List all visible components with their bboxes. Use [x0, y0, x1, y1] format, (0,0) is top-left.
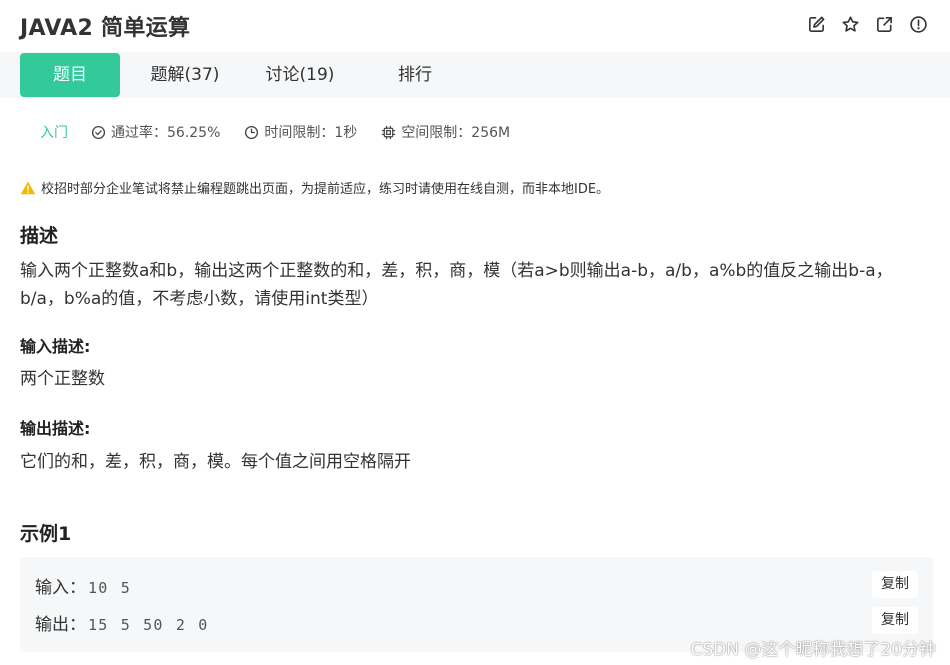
notice-text: 校招时部分企业笔试将禁止编程题跳出页面，为提前适应，练习时请使用在线自测，而非本… [41, 182, 610, 197]
time-limit-text: 时间限制：1秒 [264, 125, 358, 141]
check-circle-icon [91, 125, 106, 139]
chip-icon [382, 125, 396, 139]
example-input-row: 输入： 10 5 [35, 573, 131, 598]
header-actions [807, 15, 928, 34]
example-input-value: 10 5 [88, 579, 131, 597]
example-output-label: 输出： [35, 615, 86, 635]
problem-header: JAVA2 简单运算 [0, 0, 950, 52]
input-desc-heading: 输入描述: [20, 337, 91, 356]
copy-output-button[interactable]: 复制 [872, 607, 918, 634]
csdn-watermark: CSDN @这个昵称我想了20分钟 [690, 640, 936, 660]
example-heading: 示例1 [20, 523, 72, 545]
tab-problem[interactable]: 题目 [20, 53, 120, 97]
output-desc-text: 它们的和，差，积，商，模。每个值之间用空格隔开 [20, 452, 411, 472]
description-heading: 描述 [20, 225, 59, 247]
star-icon[interactable] [841, 15, 860, 34]
edit-icon[interactable] [807, 15, 826, 34]
memory-limit: 空间限制：256M [381, 122, 510, 142]
time-limit: 时间限制：1秒 [244, 122, 357, 142]
output-desc-heading: 输出描述: [20, 419, 91, 438]
copy-input-button[interactable]: 复制 [872, 571, 918, 598]
problem-title: JAVA2 简单运算 [20, 16, 191, 41]
example-input-label: 输入： [35, 578, 86, 598]
info-icon[interactable] [909, 15, 928, 34]
description-text: 输入两个正整数a和b，输出这两个正整数的和，差，积，商，模（若a>b则输出a-b… [20, 261, 893, 309]
example-output-row: 输出： 15 5 50 2 0 [35, 610, 209, 635]
input-desc-text: 两个正整数 [20, 369, 105, 389]
external-link-icon[interactable] [875, 15, 894, 34]
memory-limit-text: 空间限制：256M [401, 125, 511, 141]
warning-icon [20, 181, 36, 194]
example-output-value: 15 5 50 2 0 [88, 616, 209, 634]
problem-meta: 入门 通过率：56.25% 时间限制：1秒 空间限制：256M [40, 122, 534, 142]
difficulty-badge: 入门 [40, 125, 68, 141]
tab-solutions[interactable]: 题解(37) [135, 53, 235, 97]
tab-ranking[interactable]: 排行 [365, 53, 465, 97]
problem-tabs: 题目 题解(37) 讨论(19) 排行 [0, 52, 950, 98]
exam-notice: 校招时部分企业笔试将禁止编程题跳出页面，为提前适应，练习时请使用在线自测，而非本… [20, 178, 609, 197]
pass-rate-text: 通过率：56.25% [111, 125, 221, 141]
clock-icon [245, 125, 259, 139]
pass-rate: 通过率：56.25% [91, 122, 220, 142]
tab-discussion[interactable]: 讨论(19) [250, 53, 350, 97]
